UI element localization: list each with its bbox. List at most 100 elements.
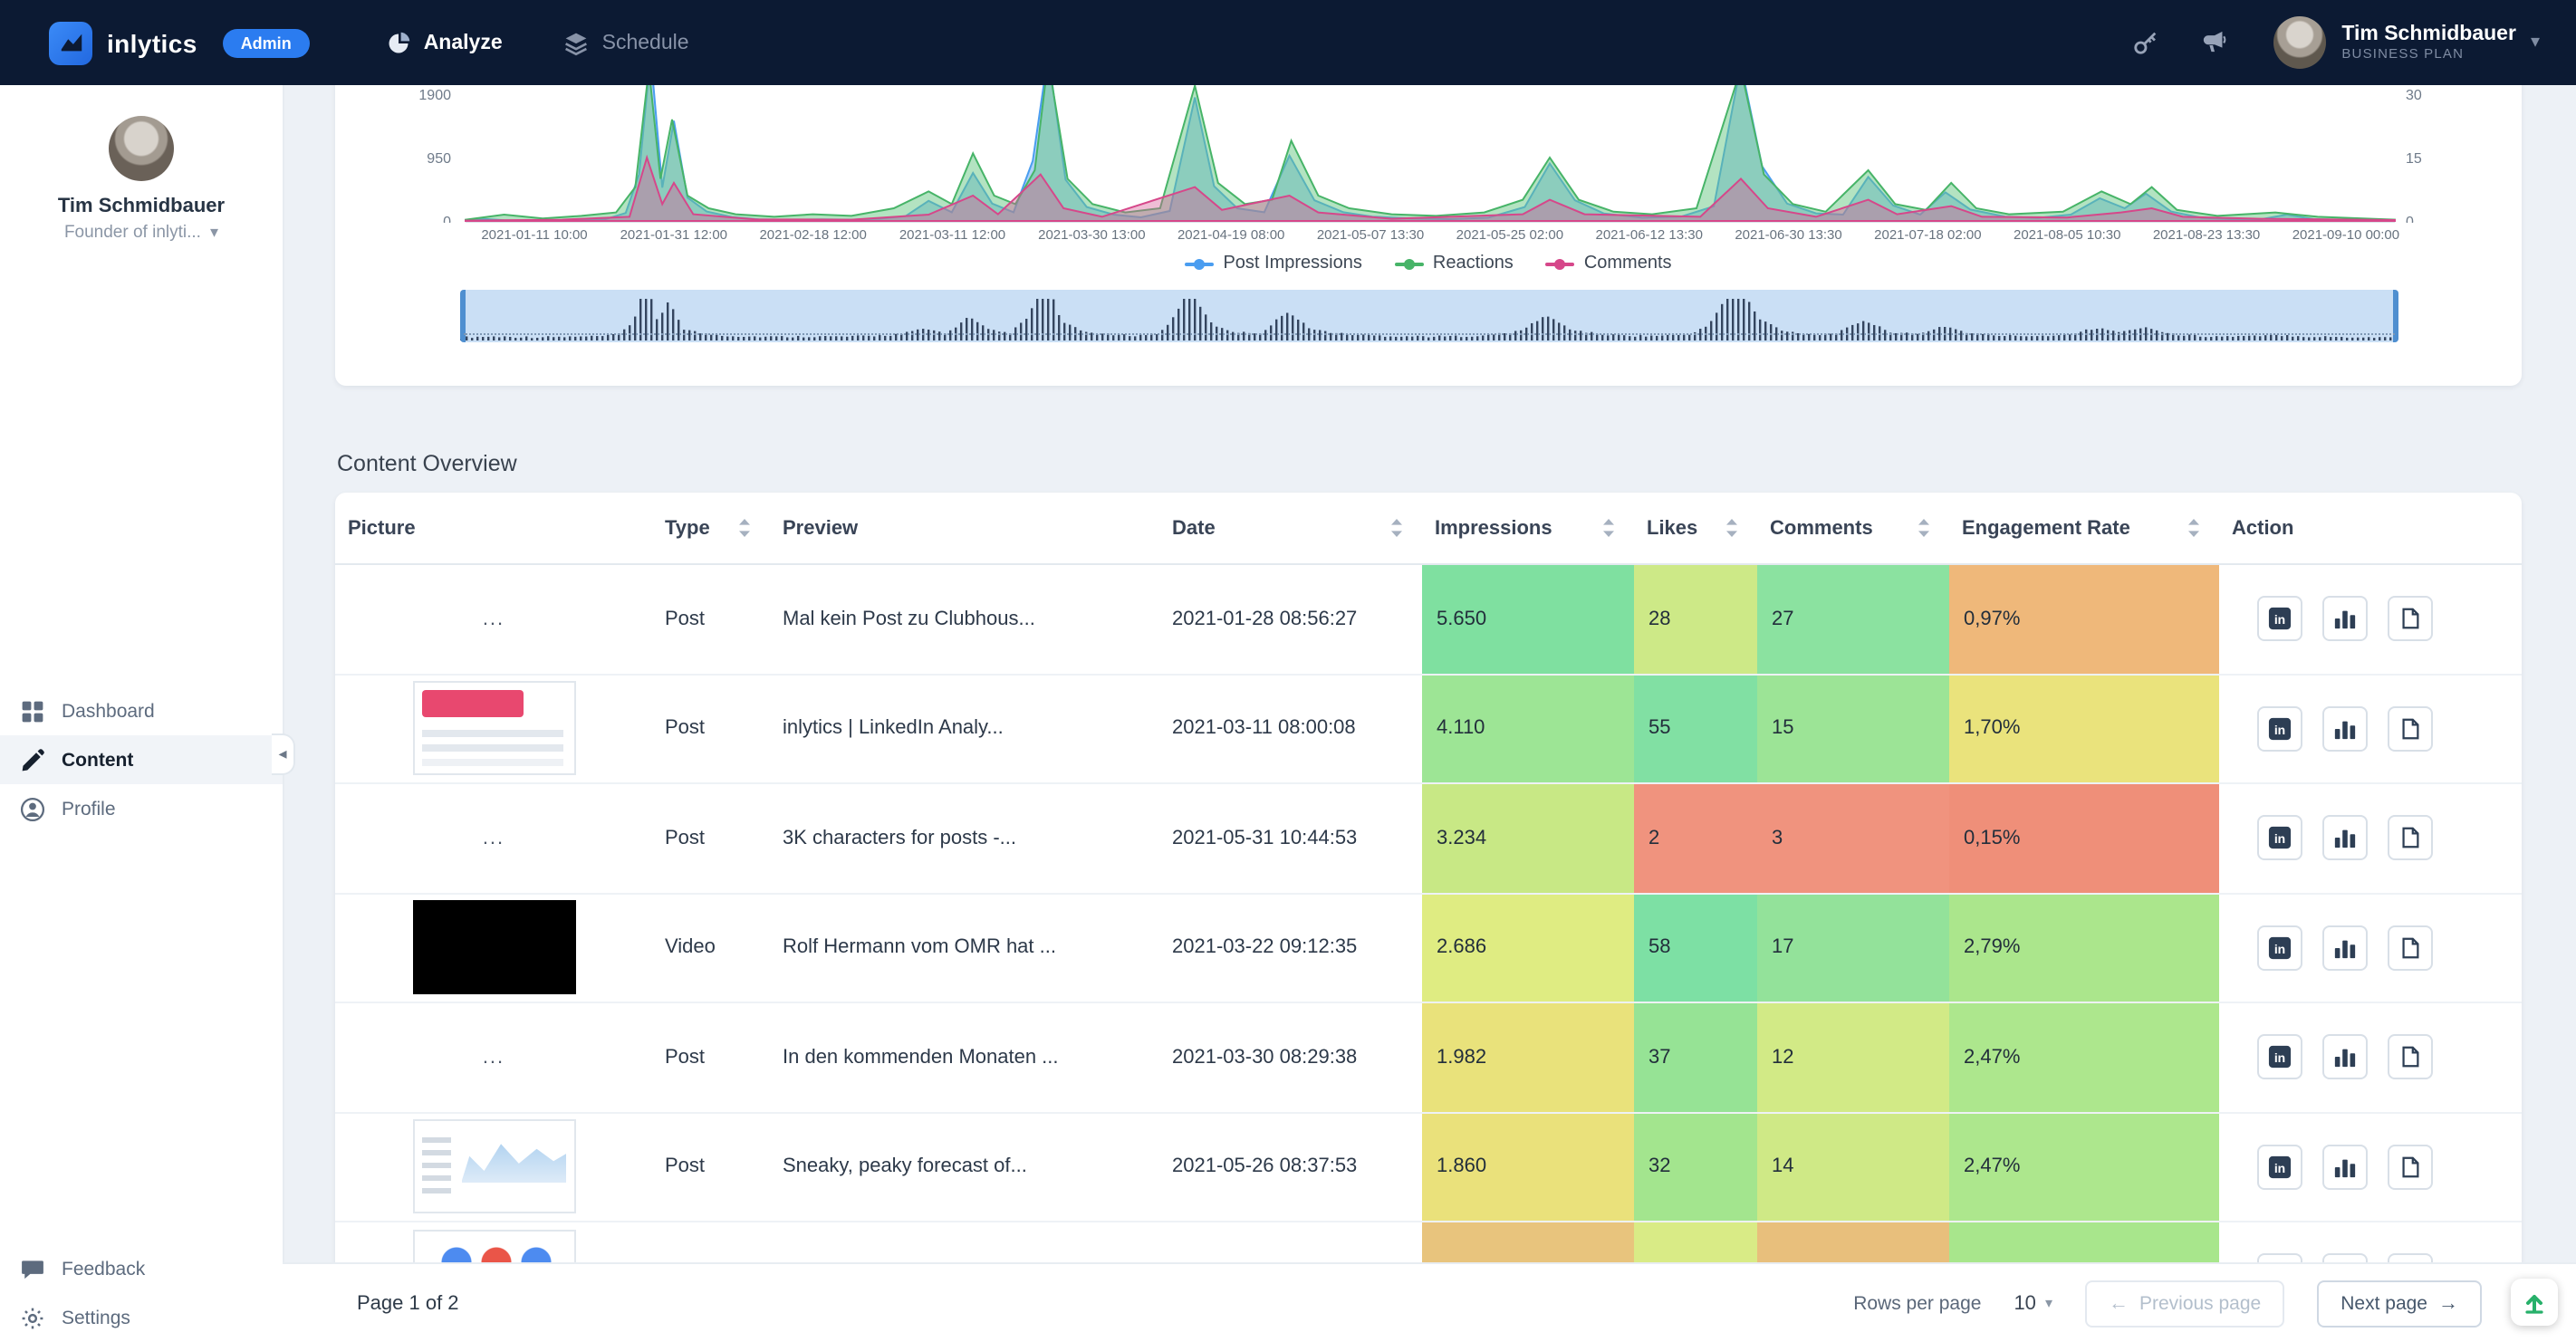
chat-widget-button[interactable] [2511,1279,2558,1326]
legend-item[interactable]: Comments [1546,254,1672,273]
linkedin-action-button[interactable]: in [2257,706,2302,752]
column-header-comments[interactable]: Comments [1757,493,1949,563]
sidebar-item-label: Settings [62,1307,130,1328]
sidebar-collapse-button[interactable]: ◂ [272,733,295,775]
analytics-chart-card: 0950190001530 2021-01-11 10:002021-01-31… [335,54,2522,386]
statistics-action-button[interactable] [2322,925,2368,971]
user-menu-chevron-down-icon[interactable]: ▾ [2531,33,2540,53]
column-label: Preview [783,517,858,539]
tab-schedule[interactable]: Schedule [564,30,689,55]
sidebar-user-subtitle[interactable]: Founder of inlyti... ▾ [0,223,283,243]
cell-comments: 17 [1757,894,1949,1002]
api-key-icon[interactable] [2131,28,2160,57]
settings-gear-icon [20,1305,45,1330]
brand-name[interactable]: inlytics [107,28,197,57]
linkedin-action-button[interactable]: in [2257,1254,2302,1265]
sidebar-item-label: Content [62,749,133,771]
linkedin-action-button[interactable]: in [2257,1035,2302,1080]
sidebar-item-settings[interactable]: Settings [0,1293,283,1342]
sort-icon[interactable] [2187,518,2201,538]
sidebar-item-content[interactable]: Content [0,735,283,784]
brush-handle-left[interactable] [460,290,466,342]
statistics-action-button[interactable] [2322,1035,2368,1080]
column-header-date[interactable]: Date [1159,493,1422,563]
announcements-megaphone-icon[interactable] [2200,28,2229,57]
cell-engagement [1949,1222,2219,1264]
column-header-impressions[interactable]: Impressions [1422,493,1634,563]
details-action-button[interactable] [2388,1035,2433,1080]
cell-picture: ... [335,565,652,673]
cell-type: Post [652,565,770,673]
cell-action: in [2219,784,2522,892]
chart-brush[interactable] [460,290,2398,342]
sort-icon[interactable] [1917,518,1931,538]
cell-engagement: 2,47% [1949,1003,2219,1111]
sidebar-footer-nav: Feedback Settings [0,1244,283,1342]
sidebar-item-profile[interactable]: Profile [0,784,283,833]
details-action-button[interactable] [2388,597,2433,642]
cell-engagement: 0,97% [1949,565,2219,673]
brush-handle-right[interactable] [2393,290,2398,342]
cell-preview: Rolf Hermann vom OMR hat ... [770,894,1159,1002]
tab-analyze[interactable]: Analyze [386,30,503,55]
statistics-action-button[interactable] [2322,706,2368,752]
inlytics-logo-icon[interactable] [49,21,92,64]
column-header-likes[interactable]: Likes [1634,493,1757,563]
post-thumbnail[interactable] [412,901,575,995]
cell-date: 2021-01-28 08:56:27 [1159,565,1422,673]
cell-type: Post [652,784,770,892]
sort-icon[interactable] [737,518,752,538]
sort-icon[interactable] [1725,518,1739,538]
cell-date: 2021-03-30 08:29:38 [1159,1003,1422,1111]
column-header-picture: Picture [335,493,652,563]
sidebar-item-label: Dashboard [62,700,155,722]
legend-item[interactable]: Reactions [1395,254,1514,273]
column-label: Action [2232,517,2293,539]
user-info[interactable]: Tim Schmidbauer BUSINESS PLAN [2341,23,2516,62]
statistics-action-button[interactable] [2322,1145,2368,1190]
sidebar-user-subtitle-text: Founder of inlyti... [64,223,201,243]
user-plan-badge: BUSINESS PLAN [2341,47,2516,62]
statistics-action-button[interactable] [2322,816,2368,861]
no-picture-placeholder: ... [483,609,505,630]
y-axis-left-label: 0 [443,215,451,223]
post-thumbnail[interactable] [412,682,575,776]
post-thumbnail[interactable] [412,1120,575,1214]
details-action-button[interactable] [2388,1254,2433,1265]
cell-impressions: 3.234 [1422,784,1634,892]
statistics-action-button[interactable] [2322,597,2368,642]
rows-per-page-select[interactable]: 10 ▾ [2014,1292,2052,1314]
linkedin-action-button[interactable]: in [2257,597,2302,642]
navbar-left: inlytics Admin Analyze [49,21,689,64]
sidebar-item-feedback[interactable]: Feedback [0,1244,283,1293]
linkedin-action-button[interactable]: in [2257,816,2302,861]
column-header-engagement-rate[interactable]: Engagement Rate [1949,493,2219,563]
content-overview-card: PictureType Preview DateImpressionsLikesCo… [335,493,2522,1264]
details-action-button[interactable] [2388,706,2433,752]
linkedin-action-button[interactable]: in [2257,1145,2302,1190]
no-picture-placeholder: ... [483,828,505,849]
page-info: Page 1 of 2 [357,1292,459,1314]
sort-icon[interactable] [1601,518,1616,538]
statistics-action-button[interactable] [2322,1254,2368,1265]
details-action-button[interactable] [2388,925,2433,971]
sidebar-avatar[interactable] [109,116,174,181]
next-page-button[interactable]: Next page → [2317,1280,2482,1327]
admin-badge: Admin [223,28,310,57]
cell-comments [1757,1222,1949,1264]
column-header-type[interactable]: Type [652,493,770,563]
cell-comments: 3 [1757,784,1949,892]
legend-item[interactable]: Post Impressions [1185,254,1361,273]
post-thumbnail[interactable] [412,1230,575,1265]
details-action-button[interactable] [2388,1145,2433,1190]
user-avatar[interactable] [2273,16,2325,69]
svg-text:in: in [2274,832,2285,847]
details-action-button[interactable] [2388,816,2433,861]
linkedin-action-button[interactable]: in [2257,925,2302,971]
sidebar-item-dashboard[interactable]: Dashboard [0,686,283,735]
pagination-controls: Rows per page 10 ▾ ← Previous page Next … [1853,1280,2482,1327]
table-row: Postinlytics | LinkedIn Analy...2021-03-… [335,675,2522,784]
previous-page-button[interactable]: ← Previous page [2085,1280,2284,1327]
cell-type: Post [652,1113,770,1221]
sort-icon[interactable] [1389,518,1404,538]
